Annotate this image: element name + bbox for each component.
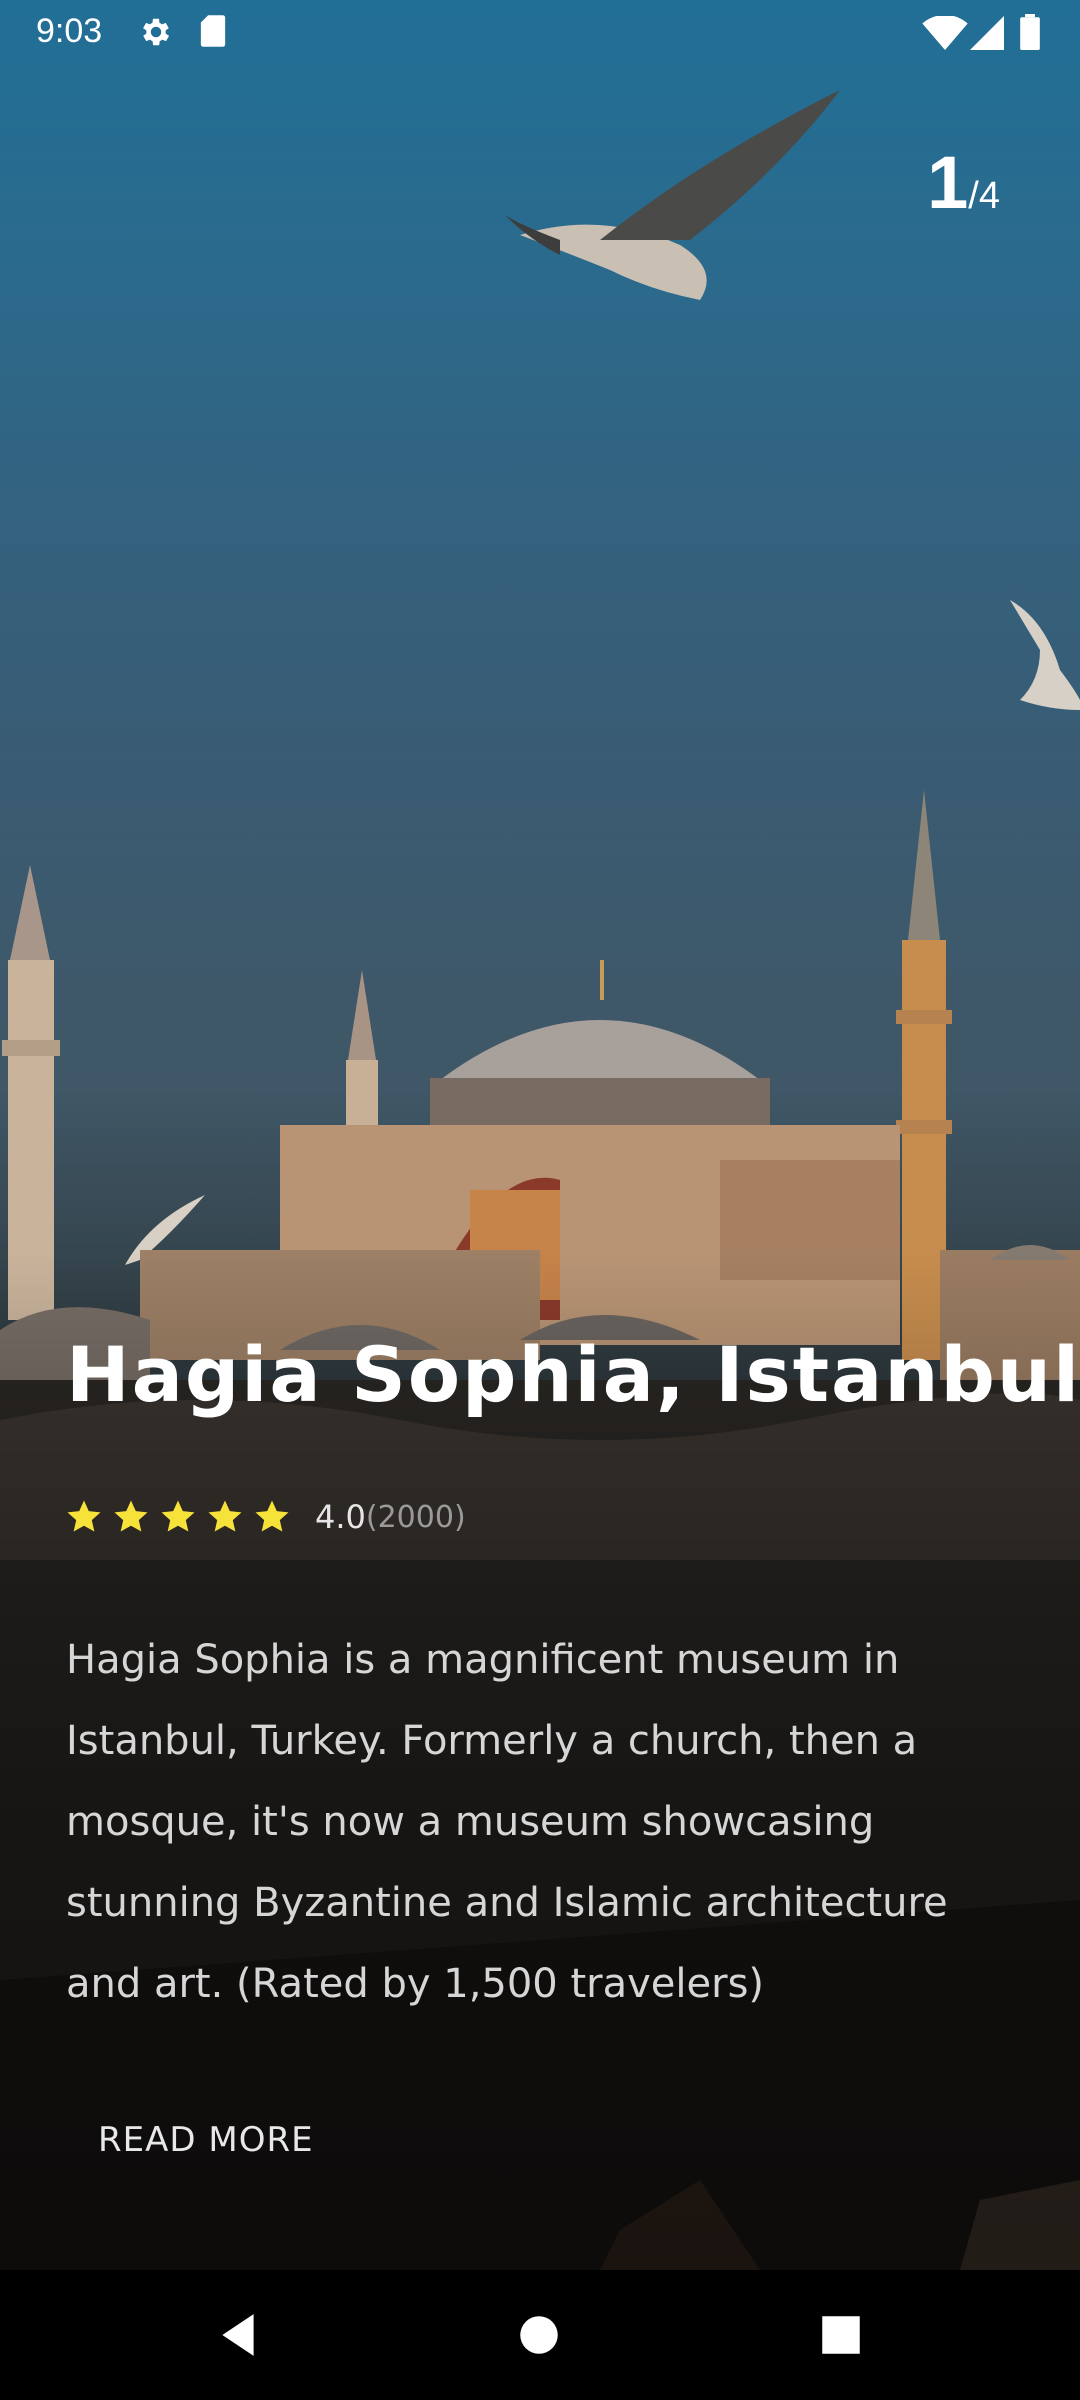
- star-icon: [161, 1500, 195, 1532]
- navigation-bar: [0, 2270, 1080, 2400]
- seagull-bird-1: [505, 90, 840, 300]
- rating-value: 4.0: [315, 1498, 366, 1536]
- page-current-number: 1: [927, 141, 969, 224]
- cell-signal-icon: [970, 16, 1004, 50]
- star-icon: [114, 1500, 148, 1532]
- seagull-bird-2: [1010, 600, 1080, 710]
- back-icon[interactable]: [214, 2310, 264, 2360]
- read-more-button[interactable]: READ MORE: [98, 2120, 314, 2160]
- wifi-icon: [922, 16, 968, 50]
- battery-icon: [1020, 14, 1040, 50]
- star-icon: [208, 1500, 242, 1532]
- sd-card-icon: [200, 15, 226, 47]
- rating-count: (2000): [365, 1499, 466, 1535]
- settings-gear-icon: [143, 18, 170, 46]
- place-title: Hagia Sophia, Istanbul: [66, 1330, 1080, 1419]
- home-icon[interactable]: [514, 2310, 564, 2360]
- place-description: Hagia Sophia is a magnificent museum in …: [66, 1637, 948, 2007]
- recents-icon[interactable]: [816, 2310, 866, 2360]
- rating-row: 4.0 (2000): [66, 1492, 466, 1542]
- status-bar: 9:03: [0, 0, 1080, 64]
- star-icon: [67, 1500, 101, 1532]
- page-indicator: 1/4: [927, 140, 1000, 225]
- hero-screen[interactable]: 9:03 1/4 Hagia Sophia, Istanbul 4.0 (2000…: [0, 0, 1080, 2270]
- status-time: 9:03: [36, 12, 103, 50]
- page-total: /4: [968, 175, 1000, 217]
- star-icon: [255, 1500, 289, 1532]
- main-dome: [430, 960, 770, 1128]
